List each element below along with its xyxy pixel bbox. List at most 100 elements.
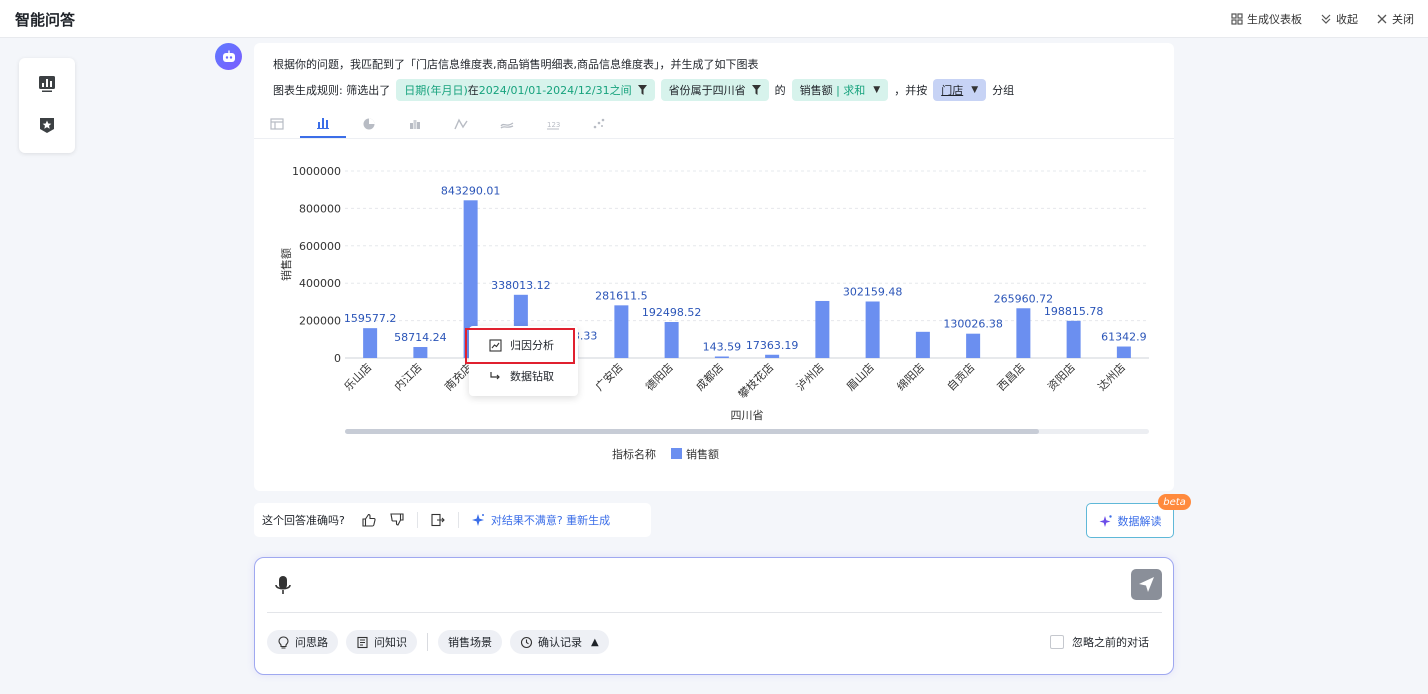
- bulb-icon: [278, 635, 289, 649]
- chart-bar: [1116, 346, 1131, 358]
- rule-prefix: 图表生成规则: 筛选出了: [273, 84, 391, 97]
- tab-area-chart[interactable]: [484, 109, 530, 138]
- province-filter-value: 四川省: [712, 84, 746, 97]
- date-filter-chip[interactable]: 日期 (年月日) 在 2024/01/01-2024/12/31之间: [396, 79, 655, 101]
- chart-bar: [915, 331, 930, 358]
- tab-stacked-bar[interactable]: [392, 109, 438, 138]
- province-filter-chip[interactable]: 省份 属于 四川省: [660, 79, 769, 101]
- bot-avatar: [215, 43, 242, 70]
- rule-connector-de: 的: [774, 84, 786, 97]
- chart-rail-button[interactable]: [37, 74, 57, 94]
- svg-text:123: 123: [547, 121, 560, 129]
- clock-icon: [520, 636, 533, 648]
- tab-scatter[interactable]: [576, 109, 622, 138]
- data-insight-label: 数据解读: [1117, 514, 1162, 528]
- tab-pie-chart[interactable]: [346, 109, 392, 138]
- tab-bar-chart[interactable]: [300, 109, 346, 138]
- bar-data-label: 159577.2: [344, 312, 397, 325]
- star-badge-icon: [40, 118, 54, 133]
- send-button[interactable]: [1131, 569, 1162, 600]
- bar-data-label: 198815.78: [1044, 305, 1104, 318]
- share-export-button[interactable]: [424, 510, 452, 530]
- x-tick-label: 乐山店: [341, 360, 374, 393]
- x-tick-label: 成都店: [693, 360, 726, 393]
- thumbs-up-icon: [362, 513, 376, 527]
- beta-badge: beta: [1158, 494, 1191, 510]
- close-button[interactable]: 关闭: [1376, 11, 1414, 27]
- ignore-previous-checkbox[interactable]: [1050, 635, 1064, 649]
- x-tick-label: 内江店: [391, 360, 424, 393]
- date-filter-op: 在: [467, 84, 479, 97]
- answer-card: 根据你的问题，我匹配到了「门店信息维度表,商品销售明细表,商品信息维度表」，并生…: [254, 43, 1174, 491]
- chart-rule-row: 图表生成规则: 筛选出了 日期 (年月日) 在 2024/01/01-2024/1…: [273, 79, 1020, 101]
- generate-dashboard-button[interactable]: 生成仪表板: [1231, 11, 1302, 27]
- number-card-icon: 123: [547, 121, 560, 129]
- chart-bar: [966, 333, 981, 358]
- y-tick-label: 400000: [299, 277, 341, 290]
- group-field-chip[interactable]: 门店 ▼: [933, 79, 987, 101]
- generate-dashboard-label: 生成仪表板: [1247, 13, 1302, 26]
- divider: [416, 512, 418, 528]
- bar-chart-icon: [317, 117, 329, 129]
- robot-icon: [222, 50, 235, 62]
- collapse-button[interactable]: 收起: [1320, 11, 1358, 27]
- group-field-label: 门店: [941, 84, 964, 97]
- x-tick-label: 达州店: [1095, 360, 1128, 393]
- bar-data-label: 130026.38: [943, 318, 1003, 331]
- attribution-analysis-menu-item[interactable]: 归因分析: [469, 330, 578, 360]
- collapse-label: 收起: [1336, 13, 1358, 26]
- caret-up-icon: ▲: [591, 636, 599, 648]
- send-icon: [1139, 577, 1154, 592]
- filter-icon: [637, 85, 647, 95]
- x-axis-title: 四川省: [731, 409, 764, 422]
- favorites-rail-button[interactable]: [37, 115, 57, 135]
- scroll-thumb[interactable]: [345, 429, 1039, 434]
- regenerate-label: 对结果不满意? 重新生成: [490, 514, 611, 527]
- ignore-previous-toggle[interactable]: 忽略之前的对话: [1050, 634, 1149, 650]
- thumbs-down-button[interactable]: [383, 510, 411, 530]
- tab-number-card[interactable]: 123: [530, 109, 576, 138]
- feedback-bar: 这个回答准确吗? 对结果不满意? 重新生成: [254, 503, 651, 537]
- y-tick-label: 800000: [299, 202, 341, 215]
- bar-data-label: 281611.5: [595, 289, 648, 302]
- bar-data-label: 17363.19: [746, 339, 799, 352]
- thumbs-down-icon: [390, 513, 404, 526]
- bar-data-label: 192498.52: [642, 306, 702, 319]
- top-actions: 生成仪表板 收起 关闭: [1231, 11, 1414, 27]
- export-icon: [431, 513, 445, 527]
- chevron-down-icon: ▼: [971, 85, 979, 95]
- top-bar: 智能问答 生成仪表板 收起 关闭: [0, 0, 1428, 38]
- bar-context-menu: 归因分析 数据钻取: [469, 326, 578, 396]
- regenerate-button[interactable]: 对结果不满意? 重新生成: [471, 512, 610, 528]
- metric-chip[interactable]: 销售额 | 求和 ▼: [791, 79, 889, 101]
- province-filter-op: 属于: [690, 84, 713, 97]
- chart-bar: [363, 328, 378, 358]
- answer-intro: 根据你的问题，我匹配到了「门店信息维度表,商品销售明细表,商品信息维度表」，并生…: [273, 58, 759, 71]
- bar-data-label: 265960.72: [994, 292, 1054, 305]
- sales-bar-chart: 0 200000 400000 600000 800000 1000000 销售额 15957…: [279, 165, 1149, 461]
- bar-data-label: 61342.9: [1101, 331, 1147, 344]
- thumbs-up-button[interactable]: [355, 510, 383, 530]
- voice-input-button[interactable]: [273, 574, 293, 598]
- ask-thinking-button[interactable]: 问思路: [267, 630, 338, 654]
- chart-bar: [664, 322, 679, 358]
- bar-data-label: 338013.12: [491, 279, 551, 292]
- scene-sales-button[interactable]: 销售场景: [438, 630, 502, 654]
- confirm-records-label: 确认记录: [538, 636, 582, 649]
- close-label: 关闭: [1392, 13, 1414, 26]
- ask-knowledge-button[interactable]: 问知识: [346, 630, 417, 654]
- area-chart-icon: [500, 121, 514, 129]
- chart-bar: [1016, 308, 1031, 358]
- filter-icon: [751, 85, 761, 95]
- data-drill-menu-item[interactable]: 数据钻取: [469, 361, 578, 391]
- legend-title: 指标名称: [612, 447, 656, 461]
- collapse-icon: [1321, 14, 1331, 24]
- book-icon: [357, 636, 368, 648]
- y-tick-label: 1000000: [292, 165, 341, 178]
- tab-line-chart[interactable]: [438, 109, 484, 138]
- trend-chart-icon: [489, 338, 502, 352]
- rule-group-suffix: 分组: [992, 84, 1015, 97]
- confirm-records-button[interactable]: 确认记录 ▲: [510, 630, 609, 654]
- question-input-box[interactable]: 问思路 问知识 销售场景 确认记录 ▲ 忽略之前的对话: [254, 557, 1174, 675]
- tab-table[interactable]: [254, 109, 300, 138]
